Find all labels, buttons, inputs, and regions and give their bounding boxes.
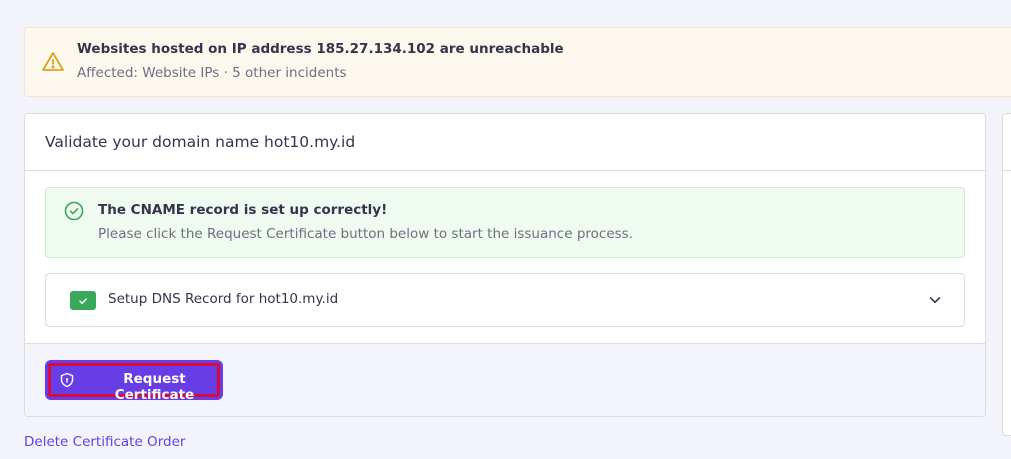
warning-triangle-icon bbox=[42, 52, 64, 71]
alert-subtitle: Affected: Website IPs · 5 other incident… bbox=[77, 65, 347, 81]
check-circle-icon bbox=[64, 201, 84, 221]
accordion-label: Setup DNS Record for hot10.my.id bbox=[108, 291, 339, 307]
request-certificate-label: Request Certificate bbox=[114, 371, 195, 403]
card-footer: Request Certificate bbox=[25, 343, 985, 416]
incident-alert-banner: Websites hosted on IP address 185.27.134… bbox=[24, 27, 1011, 97]
delete-certificate-order-link[interactable]: Delete Certificate Order bbox=[24, 434, 185, 450]
completed-badge bbox=[70, 291, 96, 310]
cname-success-notice: The CNAME record is set up correctly! Pl… bbox=[45, 187, 965, 258]
dns-record-accordion[interactable]: Setup DNS Record for hot10.my.id bbox=[45, 273, 965, 327]
card-title: Validate your domain name hot10.my.id bbox=[45, 133, 356, 151]
domain-validation-card: Validate your domain name hot10.my.id Th… bbox=[24, 113, 986, 417]
success-message: Please click the Request Certificate but… bbox=[98, 226, 633, 242]
request-certificate-button[interactable]: Request Certificate bbox=[45, 360, 223, 403]
shield-icon bbox=[60, 372, 74, 388]
chevron-down-icon[interactable] bbox=[928, 293, 942, 307]
side-panel-divider bbox=[1003, 170, 1011, 171]
alert-title: Websites hosted on IP address 185.27.134… bbox=[77, 41, 564, 57]
card-header: Validate your domain name hot10.my.id bbox=[25, 114, 985, 171]
success-title: The CNAME record is set up correctly! bbox=[98, 202, 388, 218]
side-panel-card bbox=[1002, 113, 1011, 436]
checkmark-icon bbox=[79, 297, 87, 304]
